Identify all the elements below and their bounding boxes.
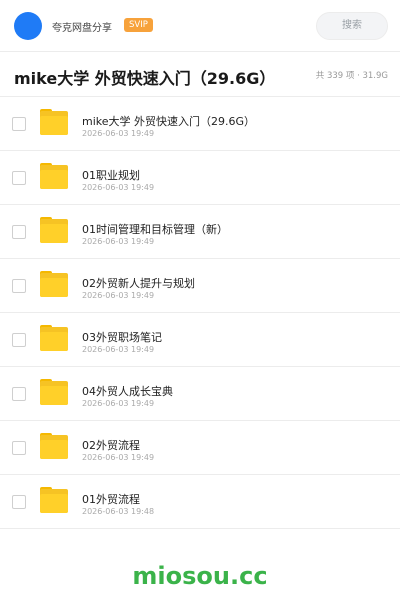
select-checkbox[interactable] <box>12 171 26 185</box>
avatar[interactable] <box>14 12 42 40</box>
item-date: 2026-06-03 19:49 <box>82 345 155 354</box>
folder-icon <box>40 271 68 297</box>
share-owner-name: 夸克网盘分享 <box>52 23 112 34</box>
select-checkbox[interactable] <box>12 387 26 401</box>
item-name: 02外贸新人提升与规划 <box>82 277 195 290</box>
folder-icon <box>40 433 68 459</box>
item-date: 2026-06-03 19:49 <box>82 129 155 138</box>
list-item[interactable]: 02外贸流程 2026-06-03 19:49 <box>0 421 400 475</box>
folder-icon <box>40 109 68 135</box>
list-item[interactable]: 01时间管理和目标管理（新） 2026-06-03 19:49 <box>0 205 400 259</box>
folder-icon <box>40 379 68 405</box>
top-bar: 夸克网盘分享 SVIP 搜索 <box>0 0 400 52</box>
item-name: 02外贸流程 <box>82 439 140 452</box>
list-item[interactable]: mike大学 外贸快速入门（29.6G） 2026-06-03 19:49 <box>0 97 400 151</box>
item-date: 2026-06-03 19:49 <box>82 291 155 300</box>
select-checkbox[interactable] <box>12 225 26 239</box>
folder-icon <box>40 217 68 243</box>
folder-icon <box>40 163 68 189</box>
item-name: 01职业规划 <box>82 169 140 182</box>
select-checkbox[interactable] <box>12 441 26 455</box>
item-date: 2026-06-03 19:49 <box>82 453 155 462</box>
item-name: 01外贸流程 <box>82 493 140 506</box>
search-input[interactable]: 搜索 <box>316 12 388 40</box>
select-checkbox[interactable] <box>12 495 26 509</box>
watermark: miosou.cc <box>132 562 268 590</box>
item-name: 04外贸人成长宝典 <box>82 385 173 398</box>
folder-icon <box>40 487 68 513</box>
item-name: 01时间管理和目标管理（新） <box>82 223 228 236</box>
item-date: 2026-06-03 19:48 <box>82 507 155 516</box>
select-checkbox[interactable] <box>12 279 26 293</box>
file-list: mike大学 外贸快速入门（29.6G） 2026-06-03 19:49 01… <box>0 97 400 529</box>
item-name: 03外贸职场笔记 <box>82 331 162 344</box>
list-item[interactable]: 04外贸人成长宝典 2026-06-03 19:49 <box>0 367 400 421</box>
folder-header: mike大学 外贸快速入门（29.6G） 共 339 项 · 31.9G <box>0 53 400 97</box>
list-item[interactable]: 01职业规划 2026-06-03 19:49 <box>0 151 400 205</box>
list-item[interactable]: 01外贸流程 2026-06-03 19:48 <box>0 475 400 529</box>
list-item[interactable]: 03外贸职场笔记 2026-06-03 19:49 <box>0 313 400 367</box>
folder-icon <box>40 325 68 351</box>
svip-badge: SVIP <box>124 18 153 32</box>
item-name: mike大学 外贸快速入门（29.6G） <box>82 115 256 128</box>
item-date: 2026-06-03 19:49 <box>82 399 155 408</box>
item-date: 2026-06-03 19:49 <box>82 183 155 192</box>
list-item[interactable]: 02外贸新人提升与规划 2026-06-03 19:49 <box>0 259 400 313</box>
page-title: mike大学 外贸快速入门（29.6G） <box>14 69 276 88</box>
select-checkbox[interactable] <box>12 117 26 131</box>
folder-summary: 共 339 项 · 31.9G <box>315 71 388 81</box>
select-checkbox[interactable] <box>12 333 26 347</box>
item-date: 2026-06-03 19:49 <box>82 237 155 246</box>
